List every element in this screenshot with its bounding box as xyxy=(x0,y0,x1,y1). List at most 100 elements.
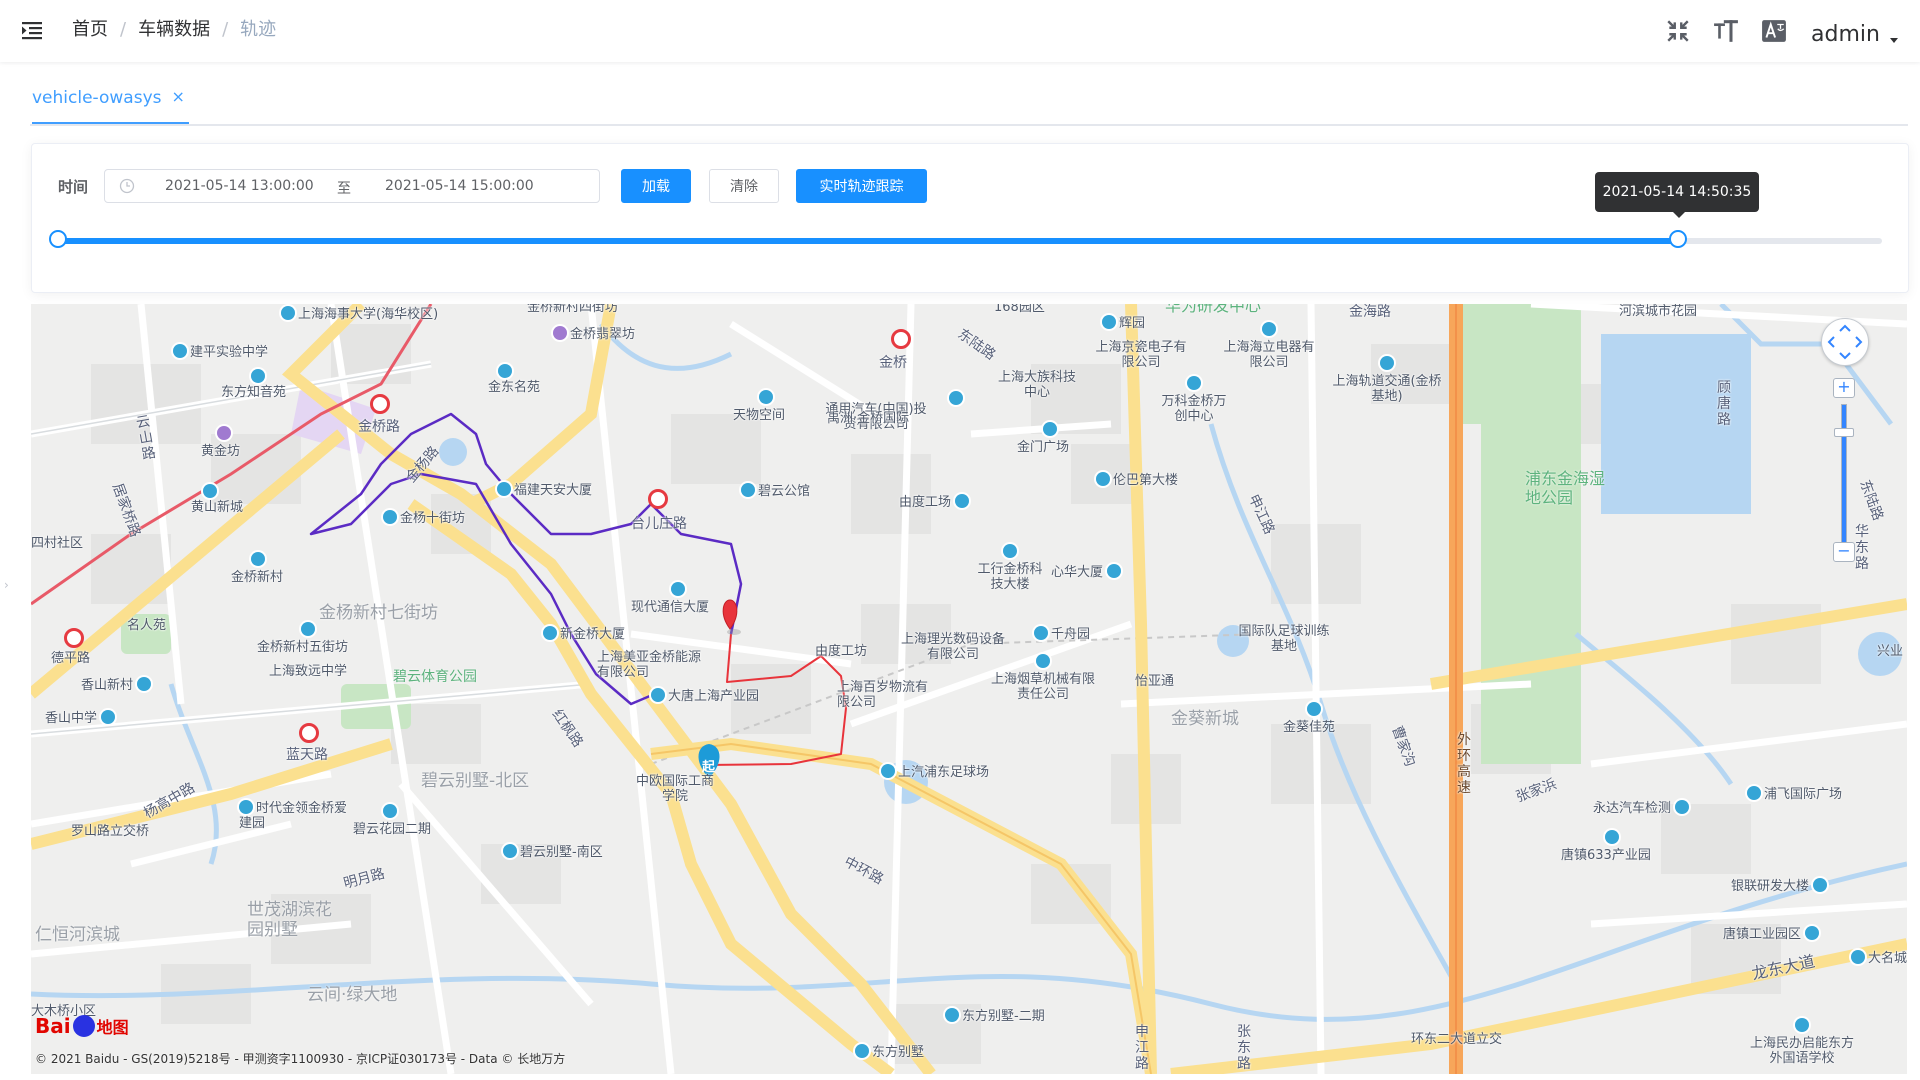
zoom-out-button[interactable]: − xyxy=(1833,542,1855,562)
poi[interactable]: 中欧国际工商学院 xyxy=(635,774,715,804)
poi[interactable]: 河滨城市花园 xyxy=(1619,304,1697,319)
poi[interactable]: 东方别墅-二期 xyxy=(945,1008,1045,1024)
map-canvas[interactable]: 起 上海海事大学(海华校区) 金桥新村四街坊 金桥翡翠坊 168园区 华为研发中… xyxy=(31,304,1907,1074)
hamburger-icon[interactable] xyxy=(20,18,44,42)
poi[interactable]: 国际队足球训练基地 xyxy=(1237,624,1331,654)
poi[interactable]: 香山新村 xyxy=(81,677,154,693)
poi[interactable]: 东方别墅 xyxy=(855,1044,924,1060)
poi[interactable]: 由度工坊 xyxy=(815,644,867,659)
zoom-slider-handle[interactable] xyxy=(1834,428,1854,437)
breadcrumb-vehicle-data[interactable]: 车辆数据 xyxy=(138,18,210,42)
poi[interactable]: 唐镇工业园区 xyxy=(1723,926,1822,942)
poi[interactable]: 永达汽车检测 xyxy=(1593,800,1692,816)
poi[interactable]: 东方知音苑 xyxy=(221,369,286,400)
poi[interactable]: 金东名苑 xyxy=(488,364,540,395)
poi[interactable]: 现代通信大厦 xyxy=(631,582,709,615)
tab-vehicle-owasys[interactable]: vehicle-owasys × xyxy=(32,86,189,124)
metro-station-icon[interactable] xyxy=(891,329,911,349)
park-label[interactable]: 浦东金海湿地公园 xyxy=(1525,469,1605,507)
poi[interactable]: 上海海事大学(海华校区) xyxy=(281,306,438,322)
poi[interactable]: 心华大厦 xyxy=(1051,564,1124,580)
poi[interactable]: 浦飞国际广场 xyxy=(1747,786,1842,802)
poi[interactable]: 上海美亚金桥能源有限公司 xyxy=(597,650,701,680)
poi[interactable]: 上海民办启能东方外国语学校 xyxy=(1747,1018,1857,1066)
poi[interactable]: 大唐上海产业园 xyxy=(651,688,759,704)
breadcrumb-home[interactable]: 首页 xyxy=(72,18,108,42)
poi[interactable]: 上海烟草机械有限责任公司 xyxy=(991,654,1095,702)
poi[interactable]: 罗山路立交桥 xyxy=(71,824,149,839)
zoom-slider[interactable] xyxy=(1841,404,1847,554)
poi[interactable]: 怡亚通 xyxy=(1135,674,1174,689)
poi[interactable]: 香山中学 xyxy=(45,710,118,726)
poi[interactable]: 兴业 xyxy=(1877,644,1903,659)
poi[interactable]: 唐镇633产业园 xyxy=(1561,830,1651,863)
poi[interactable]: 由度工场 xyxy=(899,494,972,510)
poi[interactable]: 华为研发中心 xyxy=(1165,304,1261,315)
metro-station-icon[interactable] xyxy=(299,723,319,743)
poi[interactable]: 金桥新村四街坊 xyxy=(527,304,618,315)
poi[interactable]: 大名城 xyxy=(1851,950,1907,966)
metro-station-icon[interactable] xyxy=(64,628,84,648)
poi[interactable]: 金葵佳苑 xyxy=(1283,702,1335,735)
realtime-track-button[interactable]: 实时轨迹跟踪 xyxy=(796,169,927,203)
poi[interactable]: 金杨十街坊 xyxy=(383,510,465,526)
poi[interactable]: 碧云花园二期 xyxy=(353,804,431,837)
end-time-input[interactable]: 2021-05-14 15:00:00 xyxy=(385,178,534,194)
load-button[interactable]: 加载 xyxy=(621,169,691,203)
poi[interactable]: 黄金坊 xyxy=(201,426,240,459)
poi[interactable]: 上海理光数码设备有限公司 xyxy=(901,632,1005,662)
poi[interactable]: 金桥新村 xyxy=(231,552,283,585)
language-icon[interactable] xyxy=(1761,18,1787,44)
poi[interactable]: 工行金桥科技大楼 xyxy=(975,544,1045,592)
close-icon[interactable]: × xyxy=(172,86,185,108)
poi[interactable]: 建平实验中学 xyxy=(173,344,268,360)
poi[interactable]: 名人苑 xyxy=(127,618,166,633)
poi[interactable]: 四村社区 xyxy=(31,536,83,551)
poi[interactable]: 黄山新城 xyxy=(191,484,243,515)
zoom-in-button[interactable]: + xyxy=(1833,378,1855,398)
poi[interactable]: 时代金领金桥爱建园 xyxy=(239,800,349,831)
font-size-icon[interactable] xyxy=(1713,18,1739,44)
poi[interactable]: 碧云体育公园 xyxy=(393,668,477,687)
pan-control[interactable] xyxy=(1821,318,1869,366)
slider-tooltip: 2021-05-14 14:50:35 xyxy=(1595,172,1759,218)
time-slider[interactable] xyxy=(49,230,1882,248)
metro-station-icon[interactable] xyxy=(370,394,390,414)
road-label: 台儿庄路 xyxy=(631,516,687,532)
poi[interactable]: 千舟园 xyxy=(1034,626,1090,642)
exit-fullscreen-icon[interactable] xyxy=(1665,18,1691,44)
poi[interactable]: 上海致远中学 xyxy=(269,664,347,679)
poi[interactable]: 上海海立电器有限公司 xyxy=(1219,322,1319,370)
metro-station-icon[interactable] xyxy=(648,489,668,509)
poi[interactable]: 上海大族科技中心 xyxy=(993,370,1081,400)
poi[interactable]: 天物空间 xyxy=(733,390,785,423)
paw-icon xyxy=(72,1015,95,1037)
chevron-right-icon[interactable]: › xyxy=(4,578,9,592)
slider-start-handle[interactable] xyxy=(49,230,67,248)
poi[interactable]: 168园区 xyxy=(994,304,1045,315)
poi[interactable]: 德平路 xyxy=(51,651,90,666)
poi[interactable]: 上汽浦东足球场 xyxy=(881,764,989,780)
poi[interactable]: 福建天安大厦 xyxy=(497,482,592,498)
clear-button[interactable]: 清除 xyxy=(709,169,779,203)
poi[interactable]: 辉园 xyxy=(1102,315,1145,331)
time-range-picker[interactable]: 2021-05-14 13:00:00 至 2021-05-14 15:00:0… xyxy=(104,169,600,203)
poi[interactable]: 金桥翡翠坊 xyxy=(553,326,635,342)
map-copyright: © 2021 Baidu - GS(2019)5218号 - 甲测资字11009… xyxy=(35,1052,566,1066)
poi[interactable]: 碧云别墅-南区 xyxy=(503,844,603,860)
poi[interactable]: 伦巴第大楼 xyxy=(1096,472,1178,488)
poi[interactable]: 金桥新村五街坊 xyxy=(257,622,348,655)
start-time-input[interactable]: 2021-05-14 13:00:00 xyxy=(165,178,314,194)
user-dropdown[interactable]: admin xyxy=(1811,20,1898,50)
poi[interactable]: 碧云公馆 xyxy=(741,483,810,499)
caret-down-icon xyxy=(1889,37,1898,43)
slider-end-handle[interactable] xyxy=(1668,230,1687,248)
poi[interactable]: 上海轨道交通(金桥基地) xyxy=(1331,356,1443,404)
poi[interactable]: 上海百岁物流有限公司 xyxy=(837,680,937,710)
poi[interactable]: 金门广场 xyxy=(1017,422,1069,455)
poi[interactable]: 新金桥大厦 xyxy=(543,626,625,642)
poi[interactable]: 银联研发大楼 xyxy=(1731,878,1830,894)
poi[interactable]: 上海京瓷电子有限公司 xyxy=(1091,340,1191,370)
poi[interactable]: 环东二大道立交 xyxy=(1411,1032,1502,1047)
poi[interactable]: 万科金桥万创中心 xyxy=(1159,376,1229,424)
